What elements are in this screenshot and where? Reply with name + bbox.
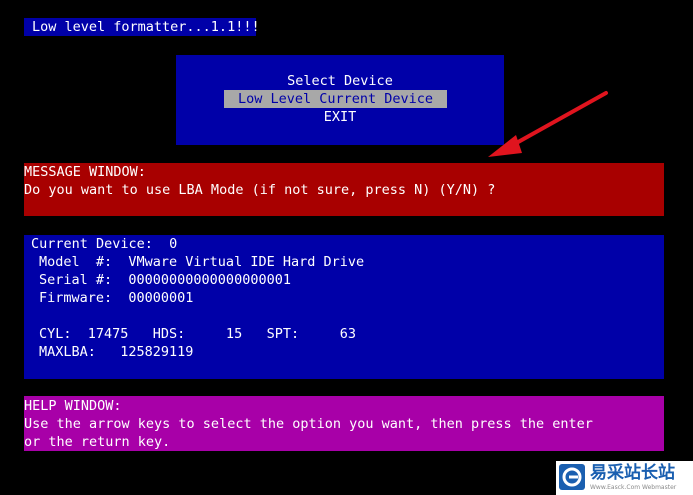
firmware-line: Firmware: 00000001 (39, 290, 194, 306)
menu-item-low-level-current-device[interactable]: Low Level Current Device (224, 90, 447, 108)
help-text-line-2: or the return key. (24, 434, 171, 450)
device-menu: Select Device Low Level Current Device E… (176, 55, 504, 145)
maxlba-line: MAXLBA: 125829119 (39, 344, 194, 360)
model-line: Model #: VMware Virtual IDE Hard Drive (39, 254, 365, 270)
message-window: MESSAGE WINDOW: Do you want to use LBA M… (24, 163, 664, 216)
site-logo-icon (559, 464, 585, 490)
watermark-url: Www.Easck.Com Webmaster (590, 484, 677, 491)
help-window: HELP WINDOW: Use the arrow keys to selec… (24, 396, 664, 451)
menu-item-exit[interactable]: EXIT (176, 108, 504, 126)
red-arrow-annotation (488, 91, 608, 157)
message-window-header: MESSAGE WINDOW: (24, 164, 146, 180)
watermark-text: 易采站长站 (590, 463, 675, 483)
device-info-window: Current Device: 0 Model #: VMware Virtua… (24, 235, 664, 379)
geometry-line: CYL: 17475 HDS: 15 SPT: 63 (39, 326, 356, 342)
menu-item-select-device[interactable]: Select Device (176, 72, 504, 90)
lba-mode-prompt: Do you want to use LBA Mode (if not sure… (24, 182, 496, 198)
help-window-header: HELP WINDOW: (24, 398, 122, 414)
help-text-line-1: Use the arrow keys to select the option … (24, 416, 593, 432)
app-title: Low level formatter...1.1!!! (24, 18, 260, 36)
current-device-line: Current Device: 0 (31, 236, 178, 252)
site-watermark: 易采站长站 Www.Easck.Com Webmaster (556, 461, 693, 495)
serial-line: Serial #: 00000000000000000001 (39, 272, 291, 288)
